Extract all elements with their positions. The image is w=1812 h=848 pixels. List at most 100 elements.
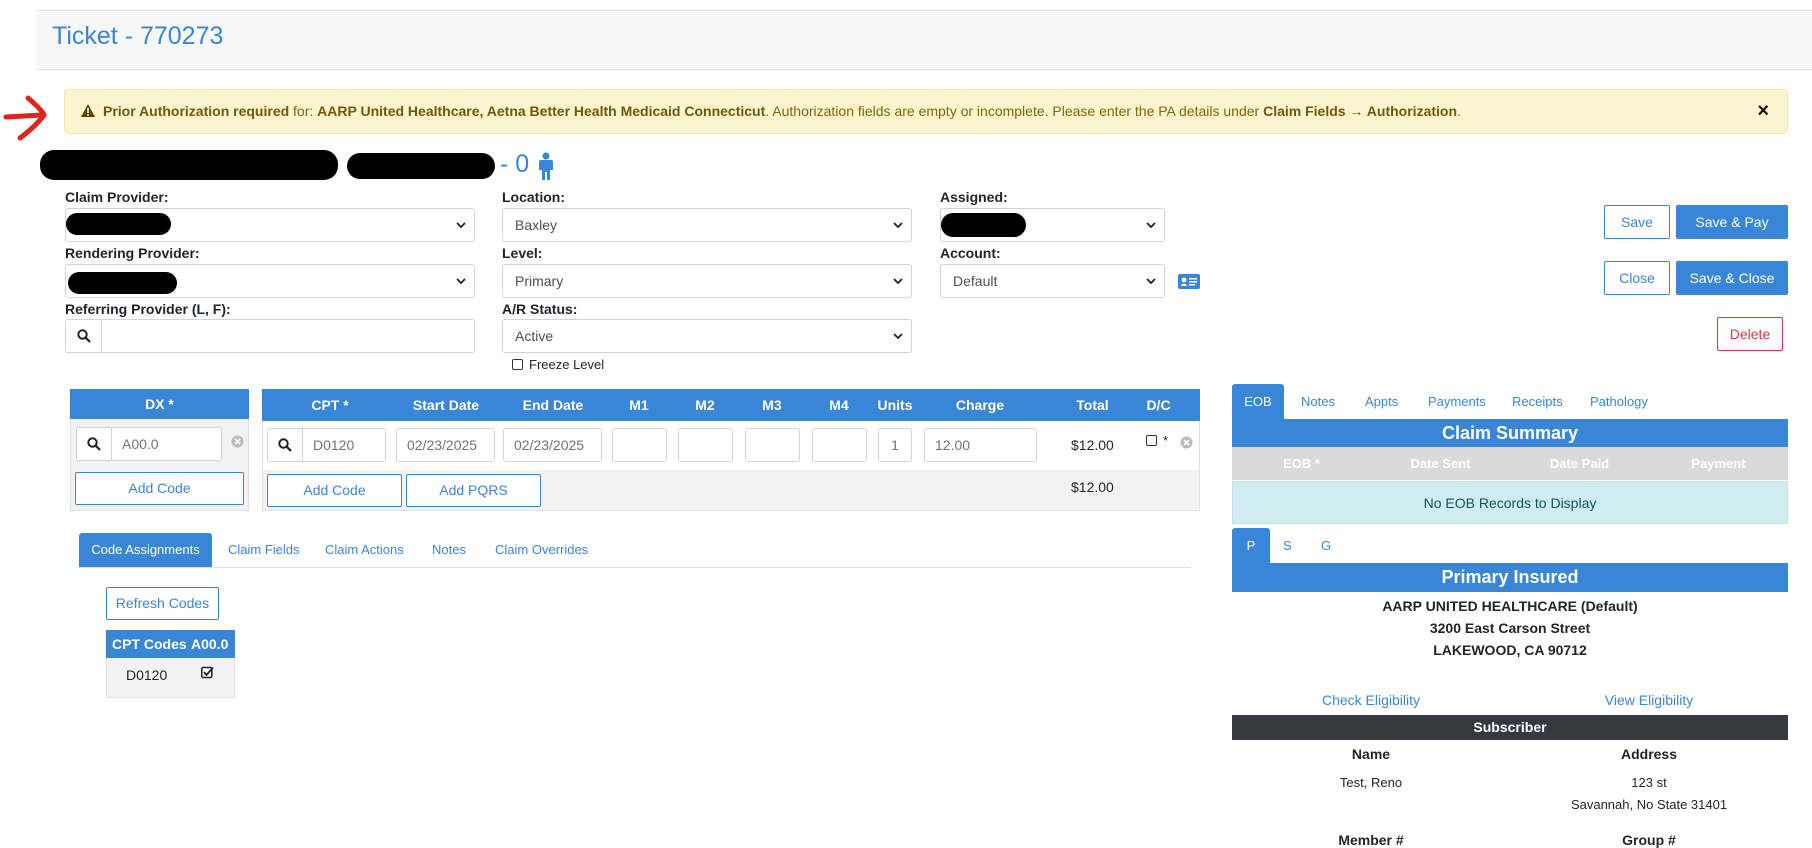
freeze-level-checkbox[interactable] [512,359,523,370]
cpt-add-code-button[interactable]: Add Code [267,474,402,507]
dx-add-code-button[interactable]: Add Code [75,472,244,505]
page-title: Ticket - 770273 [52,22,224,50]
id-card-icon[interactable] [1177,272,1201,292]
referring-provider-input[interactable] [103,320,473,352]
tab-notes-right[interactable]: Notes [1301,394,1335,409]
assigned-select[interactable] [940,208,1165,242]
units-col-header: Units [877,397,913,413]
search-icon [278,438,292,452]
start-date-col-header: Start Date [412,397,480,413]
end-date-input[interactable]: 02/23/2025 [503,428,602,462]
redacted-value [68,272,177,294]
warning-triangle-icon [81,90,95,133]
tab-claim-actions[interactable]: Claim Actions [325,542,404,557]
level-select[interactable]: Primary [502,264,912,298]
claim-provider-select[interactable] [65,208,475,242]
chevron-down-icon [893,278,903,285]
tab-notes[interactable]: Notes [432,542,466,557]
subscriber-address-line1: 123 st [1631,775,1667,790]
refresh-codes-button[interactable]: Refresh Codes [106,587,219,620]
cpt-code-input[interactable]: D0120 [302,428,386,462]
tab-payments[interactable]: Payments [1428,394,1486,409]
chevron-down-icon [893,333,903,340]
redacted-patient-name [40,150,338,180]
rendering-provider-select[interactable] [65,264,475,298]
alert-payers: AARP United Healthcare, Aetna Better Hea… [317,103,766,119]
alert-text: . Authorization fields are empty or inco… [765,103,1264,119]
no-eob-message: No EOB Records to Display [1232,481,1788,524]
ar-status-label: A/R Status: [502,301,578,317]
m1-input[interactable] [612,428,667,462]
dx-code-input[interactable]: A00.0 [111,427,222,461]
account-label: Account: [940,245,1001,261]
subscriber-name: Test, Reno [1339,775,1403,790]
tab-claim-fields[interactable]: Claim Fields [228,542,300,557]
referring-search-button[interactable] [66,320,102,352]
cpt-search-button[interactable] [267,428,303,462]
chevron-down-icon [893,222,903,229]
check-eligibility-link[interactable]: Check Eligibility [1232,692,1510,708]
dc-col-header: D/C [1146,397,1171,413]
save-button[interactable]: Save [1604,205,1670,239]
grand-total: $12.00 [1071,479,1114,495]
units-input[interactable]: 1 [878,428,912,462]
account-value: Default [953,273,998,289]
account-select[interactable]: Default [940,264,1165,298]
chevron-down-icon [456,278,466,285]
cpt-codes-col-header: CPT Codes [112,636,187,652]
tab-eob[interactable]: EOB [1232,384,1284,420]
patient-count: - 0 [500,150,530,178]
charge-col-header: Charge [955,397,1005,413]
tab-primary-insured[interactable]: P [1232,528,1270,564]
save-and-close-button[interactable]: Save & Close [1676,261,1788,295]
save-and-pay-button[interactable]: Save & Pay [1676,205,1788,239]
insurer-name: AARP UNITED HEALTHCARE (Default) [1382,598,1638,614]
search-icon [77,329,91,343]
subscriber-address-line2: Savannah, No State 31401 [1570,797,1728,812]
member-number-label: Member # [1338,832,1404,848]
tab-pathology[interactable]: Pathology [1590,394,1648,409]
start-date-input[interactable]: 02/23/2025 [396,428,495,462]
location-select[interactable]: Baxley [502,208,912,242]
level-value: Primary [515,273,564,289]
tab-appts[interactable]: Appts [1365,394,1398,409]
m2-input[interactable] [678,428,733,462]
checked-checkbox-icon[interactable] [201,666,214,679]
group-number-label: Group # [1622,832,1676,848]
m3-input[interactable] [745,428,800,462]
charge-input[interactable]: 12.00 [924,428,1037,462]
level-label: Level: [502,245,543,261]
freeze-level-label: Freeze Level [529,357,605,372]
location-label: Location: [502,189,565,205]
dx-search-button[interactable] [76,427,112,461]
claim-summary-title: Claim Summary [1232,419,1788,447]
red-arrow-icon [3,95,47,141]
dx-col-header: A00.0 [191,636,229,652]
page-header [36,10,1812,70]
assigned-cpt-code: D0120 [126,667,168,683]
primary-insured-title: Primary Insured [1232,563,1788,592]
ar-status-select[interactable]: Active [502,319,912,353]
eob-col-header: EOB * [1283,456,1320,471]
tab-secondary-insured[interactable]: S [1283,538,1292,553]
remove-icon[interactable] [1180,436,1193,449]
view-eligibility-link[interactable]: View Eligibility [1510,692,1788,708]
remove-icon[interactable] [231,435,244,448]
alert-path: Claim Fields → Authorization [1263,103,1458,119]
m4-col-header: M4 [829,397,849,413]
tab-claim-overrides[interactable]: Claim Overrides [495,542,588,557]
person-icon[interactable] [536,152,556,180]
tab-guarantor[interactable]: G [1321,538,1331,553]
close-alert-button[interactable]: × [1757,90,1769,133]
m4-input[interactable] [812,428,867,462]
location-value: Baxley [515,217,558,233]
alert-text: . [1457,103,1461,119]
delete-button[interactable]: Delete [1717,317,1783,351]
dc-checkbox[interactable] [1146,435,1157,446]
rendering-provider-label: Rendering Provider: [65,245,200,261]
close-button[interactable]: Close [1604,261,1670,295]
tab-code-assignments[interactable]: Code Assignments [79,533,212,567]
tab-receipts[interactable]: Receipts [1512,394,1563,409]
add-pqrs-button[interactable]: Add PQRS [406,474,541,507]
claim-provider-label: Claim Provider: [65,189,169,205]
